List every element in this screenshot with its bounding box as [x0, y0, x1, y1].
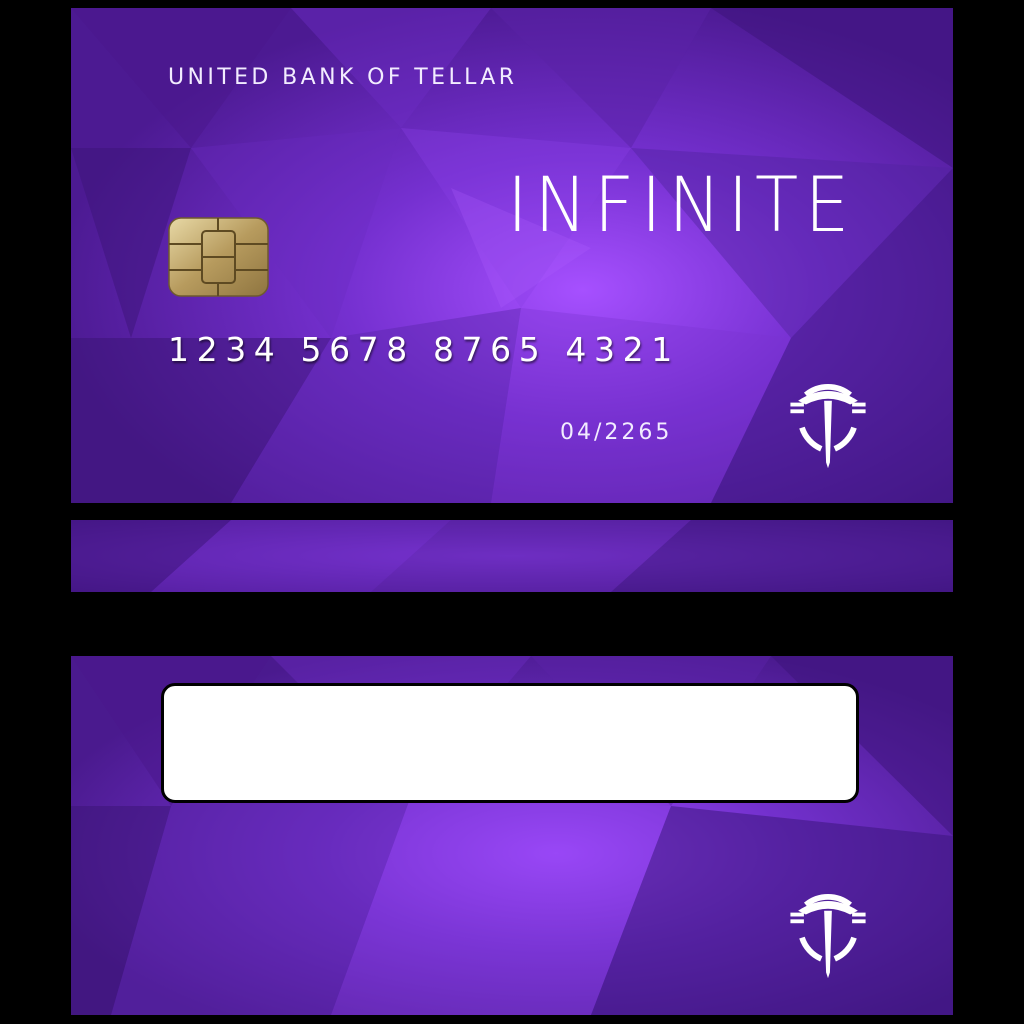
tellar-logo-icon: [785, 366, 871, 472]
bank-name: UNITED BANK OF TELLAR: [168, 65, 518, 90]
card-front: UNITED BANK OF TELLAR INFINITE 1234 5678…: [71, 8, 953, 503]
card-band-background: [71, 520, 953, 592]
card-number: 1234 5678 8765 4321: [168, 330, 680, 369]
card-band: [71, 520, 953, 592]
tellar-logo-icon: [785, 876, 871, 982]
card-tier: INFINITE: [507, 160, 856, 249]
emv-chip-icon: [168, 217, 269, 297]
signature-box[interactable]: [161, 683, 859, 803]
expiry-date: 04/2265: [560, 420, 673, 445]
card-back: [71, 656, 953, 1015]
